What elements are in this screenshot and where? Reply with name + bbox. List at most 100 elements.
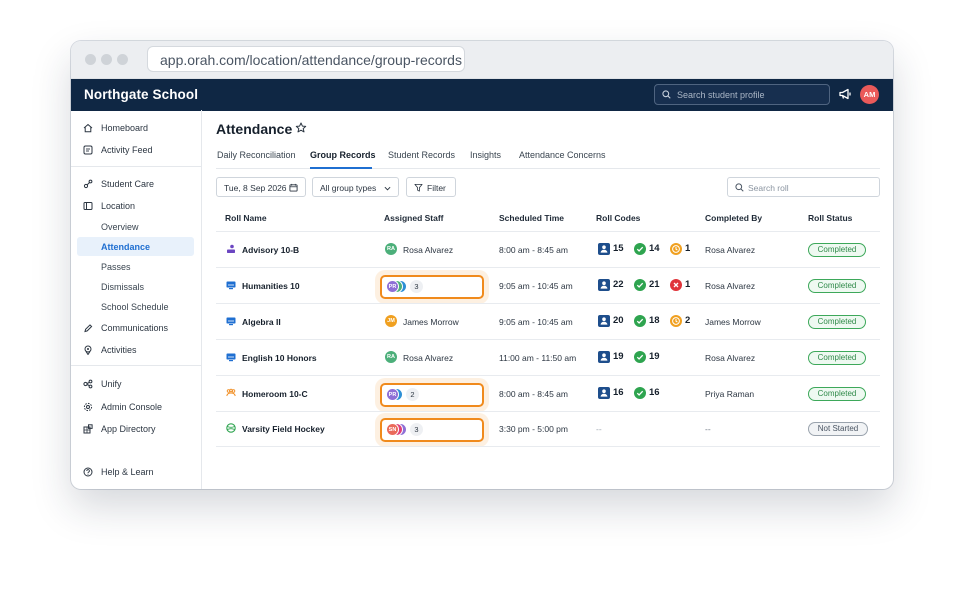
staff-count: 2 (406, 388, 419, 401)
person-badge-icon (598, 243, 610, 255)
sidebar-item-label: Student Care (101, 179, 155, 189)
sidebar-item-student-care[interactable]: Student Care (71, 175, 201, 193)
url-bar[interactable]: app.orah.com/location/attendance/group-r… (147, 46, 465, 72)
person-badge-icon (598, 279, 610, 291)
row-divider (216, 446, 880, 447)
row-divider (216, 411, 880, 412)
window-maximize-dot[interactable] (117, 54, 128, 65)
staff-stack[interactable]: PR 3 (386, 280, 446, 294)
sidebar-sub-dismissals[interactable]: Dismissals (101, 278, 144, 296)
roll-name[interactable]: Homeroom 10-C (242, 389, 308, 399)
roll-name[interactable]: Advisory 10-B (242, 245, 299, 255)
sidebar-item-location[interactable]: Location (71, 197, 201, 215)
row-divider (216, 267, 880, 268)
sidebar-sub-school-schedule[interactable]: School Schedule (101, 298, 169, 316)
school-name: Northgate School (84, 87, 199, 102)
scheduled-time: 3:30 pm - 5:00 pm (499, 424, 568, 434)
completed-by: -- (705, 424, 711, 434)
code-count: 20 (613, 315, 624, 326)
sidebar-item-activity-feed[interactable]: Activity Feed (71, 141, 201, 159)
col-header-scheduled-time[interactable]: Scheduled Time (499, 213, 564, 223)
status-badge: Completed (808, 243, 866, 257)
sidebar-item-label: Help & Learn (101, 467, 154, 477)
row-divider (216, 303, 880, 304)
staff-name: Rosa Alvarez (403, 353, 454, 363)
x-circle-icon (670, 279, 682, 291)
search-icon (662, 90, 671, 99)
sidebar-item-label: Activities (101, 345, 137, 355)
sidebar-sub-attendance[interactable]: Attendance (101, 238, 150, 256)
group-type-select[interactable]: All group types (312, 177, 399, 197)
megaphone-icon[interactable] (839, 88, 852, 100)
code-count: 18 (649, 315, 660, 326)
sidebar-item-communications[interactable]: Communications (71, 319, 201, 337)
scheduled-time: 9:05 am - 10:45 am (499, 317, 573, 327)
completed-by: Rosa Alvarez (705, 353, 756, 363)
header-divider (216, 231, 880, 232)
col-header-roll-codes[interactable]: Roll Codes (596, 213, 640, 223)
code-count: 21 (649, 279, 660, 290)
col-header-completed-by[interactable]: Completed By (705, 213, 762, 223)
sidebar-sub-overview[interactable]: Overview (101, 218, 139, 236)
person-badge-icon (598, 351, 610, 363)
roll-name[interactable]: English 10 Honors (242, 353, 317, 363)
person-badge-icon (598, 315, 610, 327)
window-minimize-dot[interactable] (101, 54, 112, 65)
code-count: 1 (685, 279, 691, 290)
active-tab-indicator (310, 167, 372, 169)
sidebar-item-app-directory[interactable]: App Directory (71, 420, 201, 438)
top-navbar: Northgate School Search student profile … (71, 79, 893, 111)
filter-button[interactable]: Filter (406, 177, 456, 197)
date-picker[interactable]: Tue, 8 Sep 2026 (216, 177, 306, 197)
avatar: SN (386, 423, 399, 436)
sidebar-item-homeboard[interactable]: Homeboard (71, 119, 201, 137)
scheduled-time: 8:00 am - 8:45 am (499, 245, 568, 255)
tab-daily-reconciliation[interactable]: Daily Reconciliation (217, 150, 296, 170)
code-count: 19 (613, 351, 624, 362)
user-avatar[interactable]: AM (860, 85, 879, 104)
sidebar-item-unify[interactable]: Unify (71, 375, 201, 393)
row-divider (216, 375, 880, 376)
roll-name[interactable]: Varsity Field Hockey (242, 424, 325, 434)
activities-icon (84, 345, 92, 355)
sidebar-divider (71, 365, 201, 366)
window-close-dot[interactable] (85, 54, 96, 65)
tab-attendance-concerns[interactable]: Attendance Concerns (519, 150, 606, 170)
code-count: 16 (613, 387, 624, 398)
app-window: app.orah.com/location/attendance/group-r… (71, 41, 893, 489)
clock-icon (670, 315, 682, 327)
roll-name[interactable]: Humanities 10 (242, 281, 300, 291)
calendar-icon (289, 183, 298, 192)
sidebar-item-help-learn[interactable]: Help & Learn (71, 463, 201, 481)
sport-icon (226, 423, 236, 433)
roll-search-input[interactable]: Search roll (727, 177, 880, 197)
col-header-roll-name[interactable]: Roll Name (225, 213, 267, 223)
sidebar-sub-passes[interactable]: Passes (101, 258, 131, 276)
col-header-assigned-staff[interactable]: Assigned Staff (384, 213, 444, 223)
tab-student-records[interactable]: Student Records (388, 150, 455, 170)
sidebar-item-label: Unify (101, 379, 122, 389)
staff-stack[interactable]: PR 2 (386, 388, 446, 402)
sidebar-item-activities[interactable]: Activities (71, 341, 201, 359)
group-type-value: All group types (320, 183, 377, 193)
col-header-roll-status[interactable]: Roll Status (808, 213, 852, 223)
staff-stack[interactable]: SN 3 (386, 423, 446, 437)
completed-by: James Morrow (705, 317, 761, 327)
class-icon (226, 353, 236, 362)
tab-insights[interactable]: Insights (470, 150, 501, 170)
check-circle-icon (634, 387, 646, 399)
roll-name[interactable]: Algebra II (242, 317, 281, 327)
completed-by: Priya Raman (705, 389, 755, 399)
clock-icon (670, 243, 682, 255)
student-search-input[interactable]: Search student profile (654, 84, 830, 105)
home-icon (83, 123, 93, 133)
search-icon (735, 183, 744, 192)
chevron-down-icon (384, 186, 391, 191)
student-search-placeholder: Search student profile (677, 90, 765, 100)
sidebar-item-admin-console[interactable]: Admin Console (71, 398, 201, 416)
sidebar: Homeboard Activity Feed Student Care Loc… (71, 110, 202, 489)
sidebar-item-label: Communications (101, 323, 169, 333)
star-icon[interactable] (295, 122, 307, 134)
sidebar-item-label: Location (101, 201, 136, 211)
check-circle-icon (634, 315, 646, 327)
